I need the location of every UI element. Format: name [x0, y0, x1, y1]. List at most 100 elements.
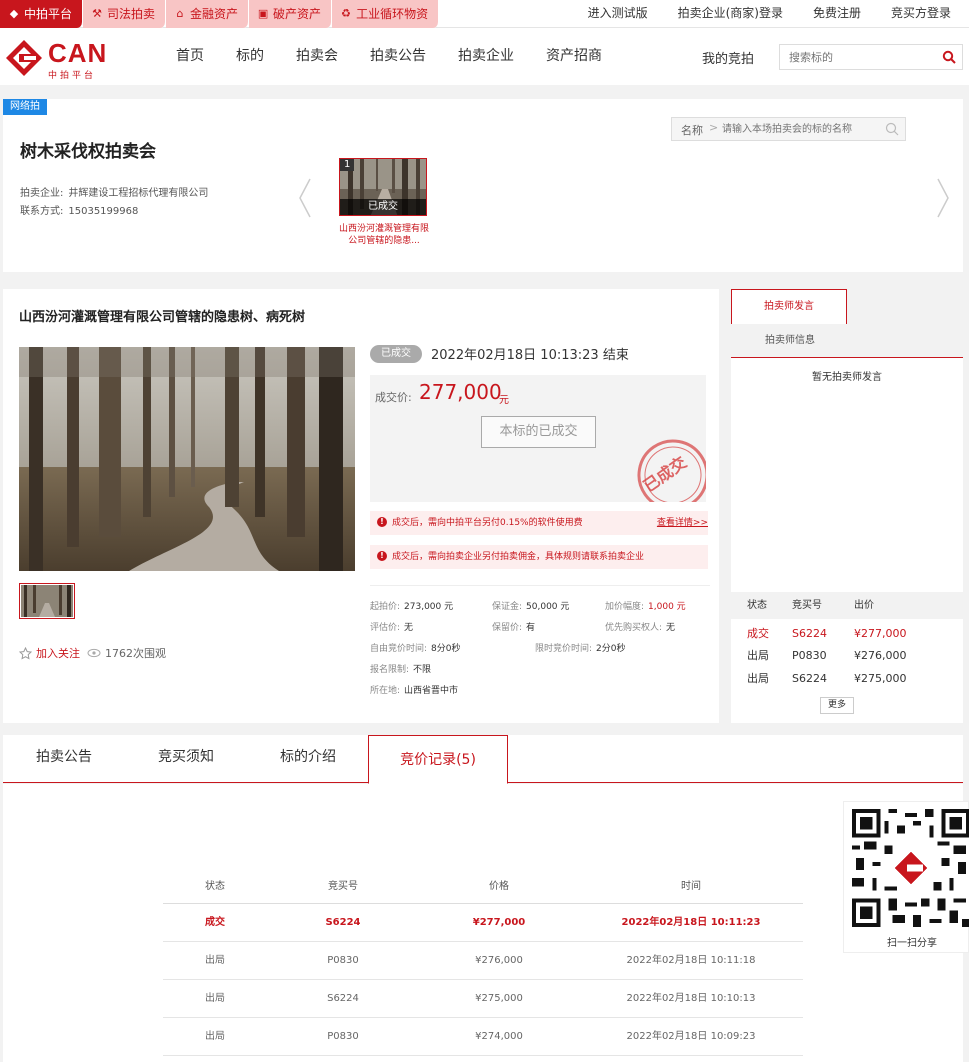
search-icon[interactable]: [942, 50, 956, 64]
table-row: 出局 P0830 ¥276,000 2022年02月18日 10:11:18: [163, 942, 803, 980]
bid-row: 出局 P0830 ¥276,000: [747, 649, 907, 662]
session-search: 名称 >: [671, 117, 906, 141]
forest-mini-image: [21, 585, 73, 617]
session-search-input[interactable]: [722, 118, 882, 140]
registration-restriction: 不限: [413, 665, 432, 675]
search-icon[interactable]: [885, 122, 899, 136]
start-price: 273,000 元: [404, 602, 454, 612]
nav-companies[interactable]: 拍卖企业: [442, 28, 530, 85]
contact-label: 联系方式:: [20, 206, 64, 217]
platform-tab-zhongpai[interactable]: ◆ 中拍平台: [0, 0, 84, 28]
end-time: 2022年02月18日 10:13:23 结束: [431, 348, 629, 363]
alert-icon: !: [377, 550, 387, 561]
nav-lots[interactable]: 标的: [220, 28, 280, 85]
header-search: [779, 44, 963, 70]
tab-bidding-notice[interactable]: 竞买须知: [125, 735, 247, 783]
lot-title: 山西汾河灌溉管理有限公司管辖的隐患树、病死树: [19, 310, 306, 325]
bid-row: 成交 S6224 ¥277,000: [747, 627, 907, 640]
nav-announcements[interactable]: 拍卖公告: [354, 28, 442, 85]
table-row: 成交 S6224 ¥277,000 2022年02月18日 10:11:23: [163, 904, 803, 942]
bid-records-panel: 状态 竞买号 价格 时间 成交 S6224 ¥277,000 2022年02月1…: [3, 784, 963, 1062]
table-row: 出局 P0830 ¥274,000 2022年02月18日 10:09:23: [163, 1018, 803, 1056]
recycle-icon: ♻: [341, 7, 351, 20]
carousel-prev-icon[interactable]: [297, 177, 313, 219]
status-badge: 已成交: [370, 345, 422, 363]
tab-lot-introduction[interactable]: 标的介绍: [247, 735, 369, 783]
platform-tab-judicial[interactable]: ⚒ 司法拍卖: [83, 0, 167, 28]
site-logo[interactable]: CAN 中拍平台: [4, 38, 114, 81]
bid-increment: 1,000 元: [648, 602, 686, 612]
logo-subtext: 中拍平台: [48, 71, 97, 81]
auction-session-panel: 网络拍 树木采伐权拍卖会 拍卖企业: 井辉建设工程招标代理有限公司 联系方式: 15…: [3, 99, 963, 272]
bidder-login-link[interactable]: 竞买方登录: [891, 0, 951, 28]
tab-announcement[interactable]: 拍卖公告: [3, 735, 125, 783]
bank-icon: ⌂: [176, 7, 184, 20]
gavel-icon: ⚒: [92, 7, 102, 20]
deal-price-label: 成交价:: [375, 391, 412, 404]
forest-path-image: [19, 347, 355, 571]
session-title: 树木采伐权拍卖会: [20, 142, 156, 162]
search-scope-label[interactable]: 名称: [681, 122, 703, 138]
table-header: 状态 竞买号 价格 时间: [163, 870, 803, 904]
chevron-right-icon: >: [709, 121, 719, 134]
tab-auctioneer-info[interactable]: 拍卖师信息: [731, 324, 963, 358]
broken-icon: ▣: [257, 7, 269, 20]
test-version-link[interactable]: 进入测试版: [588, 0, 648, 28]
top-bar: ◆ 中拍平台 ⚒ 司法拍卖 ⌂ 金融资产 ▣ 破产资产 ♻ 工业循环物资 进入测试版 拍卖…: [0, 0, 969, 28]
lot-thumbnail-card[interactable]: 1 已成交: [339, 158, 427, 216]
carousel-next-icon[interactable]: [935, 177, 951, 219]
nav-investment[interactable]: 资产招商: [530, 28, 618, 85]
contact-phone: 15035199968: [68, 206, 139, 217]
free-bid-time: 8分0秒: [431, 644, 461, 654]
company-name: 井辉建设工程招标代理有限公司: [68, 188, 209, 199]
header-search-input[interactable]: [780, 45, 935, 69]
tab-strip-bg: [847, 289, 963, 324]
lot-caption[interactable]: 山西汾河灌溉管理有限公司管辖的隐患...: [339, 223, 429, 247]
reserve-price: 有: [526, 623, 536, 633]
lot-thumbnail-1[interactable]: [19, 583, 75, 619]
qr-share-label: 扫一扫分享: [887, 938, 937, 949]
view-count: 1762次围观: [87, 645, 166, 661]
platform-tabs: ◆ 中拍平台 ⚒ 司法拍卖 ⌂ 金融资产 ▣ 破产资产 ♻ 工业循环物资: [0, 0, 440, 28]
logo-mark-icon: [6, 40, 42, 76]
merchant-login-link[interactable]: 拍卖企业(商家)登录: [678, 0, 783, 28]
more-bids-button[interactable]: 更多: [820, 697, 854, 714]
my-bid-link[interactable]: 我的竞拍: [702, 48, 754, 67]
session-info: 拍卖企业: 井辉建设工程招标代理有限公司 联系方式: 15035199968: [20, 185, 208, 221]
divider: [370, 585, 710, 586]
limited-bid-time: 2分0秒: [596, 644, 626, 654]
table-row: 出局 S6224 ¥275,000 2022年02月18日 10:10:13: [163, 980, 803, 1018]
view-details-link[interactable]: 查看详情>>: [657, 511, 708, 535]
platform-tab-industrial[interactable]: ♻ 工业循环物资: [332, 0, 440, 28]
platform-tab-finance[interactable]: ⌂ 金融资产: [166, 0, 250, 28]
qr-code-icon: [852, 809, 969, 927]
lot-number: 1: [340, 159, 355, 171]
price-unit: 元: [499, 395, 509, 406]
bid-list-header: 状态 竞买号 出价: [731, 592, 963, 619]
nav-home[interactable]: 首页: [160, 28, 220, 85]
lot-main-image[interactable]: [19, 347, 355, 571]
qr-share-widget[interactable]: 扫一扫分享: [843, 801, 969, 953]
tab-bid-records[interactable]: 竞价记录(5): [368, 735, 508, 784]
main-nav: 首页 标的 拍卖会 拍卖公告 拍卖企业 资产招商: [160, 28, 618, 85]
site-header: CAN 中拍平台 首页 标的 拍卖会 拍卖公告 拍卖企业 资产招商 我的竞拍: [0, 28, 969, 85]
sold-button[interactable]: 本标的已成交: [481, 416, 596, 448]
lot-status: 已成交: [340, 199, 426, 215]
auctioneer-panel: 拍卖师发言 拍卖师信息 暂无拍卖师发言 状态 竞买号 出价 成交 S6224 ¥…: [731, 289, 963, 723]
company-label: 拍卖企业:: [20, 188, 64, 199]
price-box: 成交价: 277,000 元 本标的已成交 已成交: [370, 375, 706, 502]
priority-buyer: 无: [666, 623, 676, 633]
tab-auctioneer-speech[interactable]: 拍卖师发言: [731, 289, 847, 324]
nav-auctions[interactable]: 拍卖会: [280, 28, 354, 85]
top-links: 进入测试版 拍卖企业(商家)登录 免费注册 竞买方登录: [588, 0, 951, 28]
eye-icon: [87, 648, 101, 658]
notice-software-fee: ! 成交后，需向中拍平台另付0.15%的软件使用费 查看详情>>: [370, 511, 708, 535]
lot-detail-panel: 山西汾河灌溉管理有限公司管辖的隐患树、病死树 加入关注 1762次围观 已成交 …: [3, 289, 719, 723]
appraisal-price: 无: [404, 623, 414, 633]
follow-button[interactable]: 加入关注: [19, 645, 80, 661]
deal-price: 277,000: [419, 380, 502, 404]
platform-tab-bankruptcy[interactable]: ▣ 破产资产: [249, 0, 333, 28]
detail-tabs: 拍卖公告 竞买须知 标的介绍 竞价记录(5): [3, 735, 963, 784]
deposit: 50,000 元: [526, 602, 570, 612]
register-link[interactable]: 免费注册: [813, 0, 861, 28]
